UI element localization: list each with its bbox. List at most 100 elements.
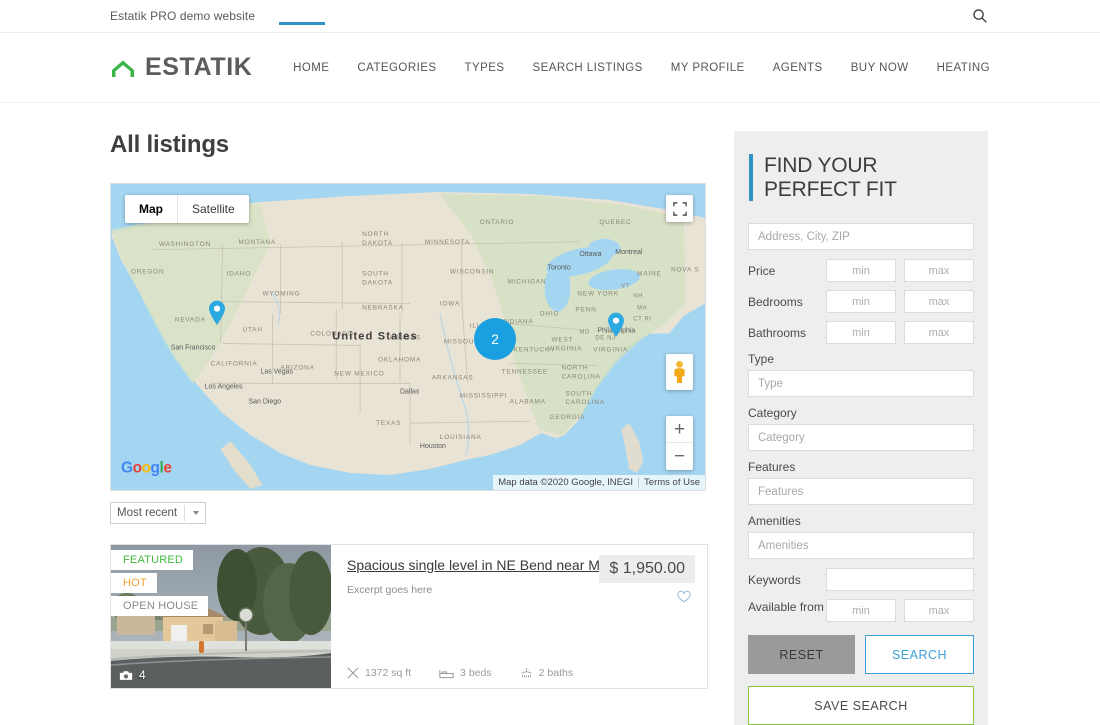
sort-select[interactable]: Most recent <box>110 502 206 524</box>
brand-name: ESTATIK <box>145 53 253 81</box>
map-marker-oregon[interactable] <box>208 300 226 326</box>
meta-area: 1372 sq ft <box>347 667 411 679</box>
search-widget-title: FIND YOUR PERFECT FIT <box>764 154 897 201</box>
heart-outline-icon[interactable] <box>677 590 691 603</box>
page-body: All listings WASHINGTON MONTANA NORTH DA… <box>0 103 1100 725</box>
map-type-toggle[interactable]: Map Satellite <box>125 195 249 223</box>
bedrooms-max-input[interactable]: max <box>904 290 974 314</box>
category-label: Category <box>748 406 797 421</box>
available-from-min-input[interactable]: min <box>826 599 896 623</box>
sort-select-divider <box>184 505 185 521</box>
widget-accent-bar <box>749 154 753 202</box>
available-from-row: Available from min max <box>748 599 974 623</box>
fullscreen-icon[interactable] <box>666 195 693 222</box>
map-marker-philadelphia[interactable] <box>607 312 625 338</box>
bathrooms-label: Bathrooms <box>748 325 807 340</box>
search-button[interactable]: SEARCH <box>865 635 974 675</box>
nav-item-search-listings[interactable]: SEARCH LISTINGS <box>518 62 656 74</box>
features-select[interactable]: Features <box>748 478 974 506</box>
price-label: Price <box>748 263 776 278</box>
keywords-row: Keywords <box>748 568 974 592</box>
amenities-select[interactable]: Amenities <box>748 532 974 560</box>
nav-item-buy-now[interactable]: BUY NOW <box>837 62 923 74</box>
terms-of-use-link[interactable]: Terms of Use <box>638 477 705 488</box>
type-select[interactable]: Type <box>748 370 974 398</box>
bathrooms-min-input[interactable]: min <box>826 321 896 345</box>
site-note: Estatik PRO demo website <box>110 9 256 23</box>
bathrooms-max-input[interactable]: max <box>904 321 974 345</box>
listings-column: All listings WASHINGTON MONTANA NORTH DA… <box>110 131 708 725</box>
site-header: ESTATIK HOME CATEGORIES TYPES SEARCH LIS… <box>0 21 1100 103</box>
active-nav-indicator <box>279 21 326 25</box>
bathrooms-range-row: Bathrooms min max <box>748 321 974 345</box>
photo-count-value: 4 <box>139 668 146 682</box>
meta-beds: 3 beds <box>439 667 492 679</box>
keywords-label: Keywords <box>748 572 801 587</box>
bedrooms-range-row: Bedrooms min max <box>748 290 974 314</box>
badge-hot: HOT <box>111 573 157 593</box>
nav-item-my-profile[interactable]: MY PROFILE <box>657 62 759 74</box>
listing-meta: 1372 sq ft 3 beds 2 baths <box>347 667 573 679</box>
listing-card[interactable]: FEATURED HOT OPEN HOUSE 4 Spacious singl… <box>110 544 708 689</box>
nav-item-heating[interactable]: HEATING <box>923 62 990 74</box>
badge-featured: FEATURED <box>111 550 194 570</box>
chevron-down-icon <box>193 511 199 515</box>
price-min-input[interactable]: min <box>826 259 896 283</box>
listing-price: $ 1,950.00 <box>599 555 695 583</box>
map-data-credit: Map data ©2020 Google, INEGI <box>498 477 634 488</box>
available-from-max-input[interactable]: max <box>904 599 974 623</box>
nav-item-categories[interactable]: CATEGORIES <box>343 62 450 74</box>
category-select[interactable]: Category <box>748 424 974 452</box>
listing-photo[interactable]: FEATURED HOT OPEN HOUSE 4 <box>111 545 331 688</box>
nav-item-types[interactable]: TYPES <box>450 62 518 74</box>
brand-logo[interactable]: ESTATIK <box>110 53 252 82</box>
map-attribution: Map data ©2020 Google, INEGI Terms of Us… <box>493 475 705 490</box>
area-icon <box>347 667 359 679</box>
listings-map[interactable]: WASHINGTON MONTANA NORTH DAKOTA MINNESOT… <box>110 183 706 491</box>
search-actions: RESET SEARCH <box>748 635 974 675</box>
bedrooms-min-input[interactable]: min <box>826 290 896 314</box>
meta-area-value: 1372 sq ft <box>365 667 412 679</box>
zoom-in-button[interactable]: + <box>666 416 693 443</box>
google-logo: Google <box>121 458 181 483</box>
badge-open-house: OPEN HOUSE <box>111 596 209 616</box>
bath-icon <box>521 668 532 678</box>
price-max-input[interactable]: max <box>904 259 974 283</box>
map-cluster-marker[interactable]: 2 <box>474 318 516 360</box>
price-range-row: Price min max <box>748 259 974 283</box>
reset-button[interactable]: RESET <box>748 635 855 675</box>
bed-icon <box>439 669 454 678</box>
search-sidebar: FIND YOUR PERFECT FIT Address, City, ZIP… <box>734 131 988 725</box>
keywords-input[interactable] <box>826 568 974 592</box>
search-icon[interactable] <box>972 8 988 24</box>
street-view-pegman-icon[interactable] <box>666 354 693 390</box>
utility-topbar: Estatik PRO demo website <box>0 0 1100 33</box>
home-outline-icon <box>110 58 136 78</box>
meta-beds-value: 3 beds <box>460 667 492 679</box>
listing-details: Spacious single level in NE Bend near Mo… <box>331 545 707 688</box>
zoom-out-button[interactable]: − <box>666 443 693 470</box>
search-widget-header: FIND YOUR PERFECT FIT <box>748 154 974 202</box>
listing-excerpt: Excerpt goes here <box>347 584 433 596</box>
sort-bar: Most recent <box>110 502 708 524</box>
nav-item-agents[interactable]: AGENTS <box>759 62 837 74</box>
map-type-map-button[interactable]: Map <box>125 195 177 223</box>
camera-icon <box>119 670 133 680</box>
features-label: Features <box>748 460 796 475</box>
map-type-satellite-button[interactable]: Satellite <box>177 195 249 223</box>
listing-photo-count: 4 <box>119 668 146 682</box>
page-title: All listings <box>110 131 229 158</box>
primary-nav: HOME CATEGORIES TYPES SEARCH LISTINGS MY… <box>279 21 990 74</box>
bedrooms-label: Bedrooms <box>748 294 803 309</box>
sort-select-value: Most recent <box>117 507 178 519</box>
meta-baths-value: 2 baths <box>538 667 574 679</box>
type-label: Type <box>748 352 775 367</box>
map-zoom-controls[interactable]: + − <box>666 416 693 470</box>
amenities-label: Amenities <box>748 514 801 529</box>
meta-baths: 2 baths <box>520 667 573 679</box>
listing-badges: FEATURED HOT OPEN HOUSE <box>111 550 209 619</box>
save-search-button[interactable]: SAVE SEARCH <box>748 686 974 725</box>
address-input[interactable]: Address, City, ZIP <box>748 223 974 251</box>
available-from-label: Available from <box>748 600 824 615</box>
nav-item-home[interactable]: HOME <box>279 62 343 74</box>
